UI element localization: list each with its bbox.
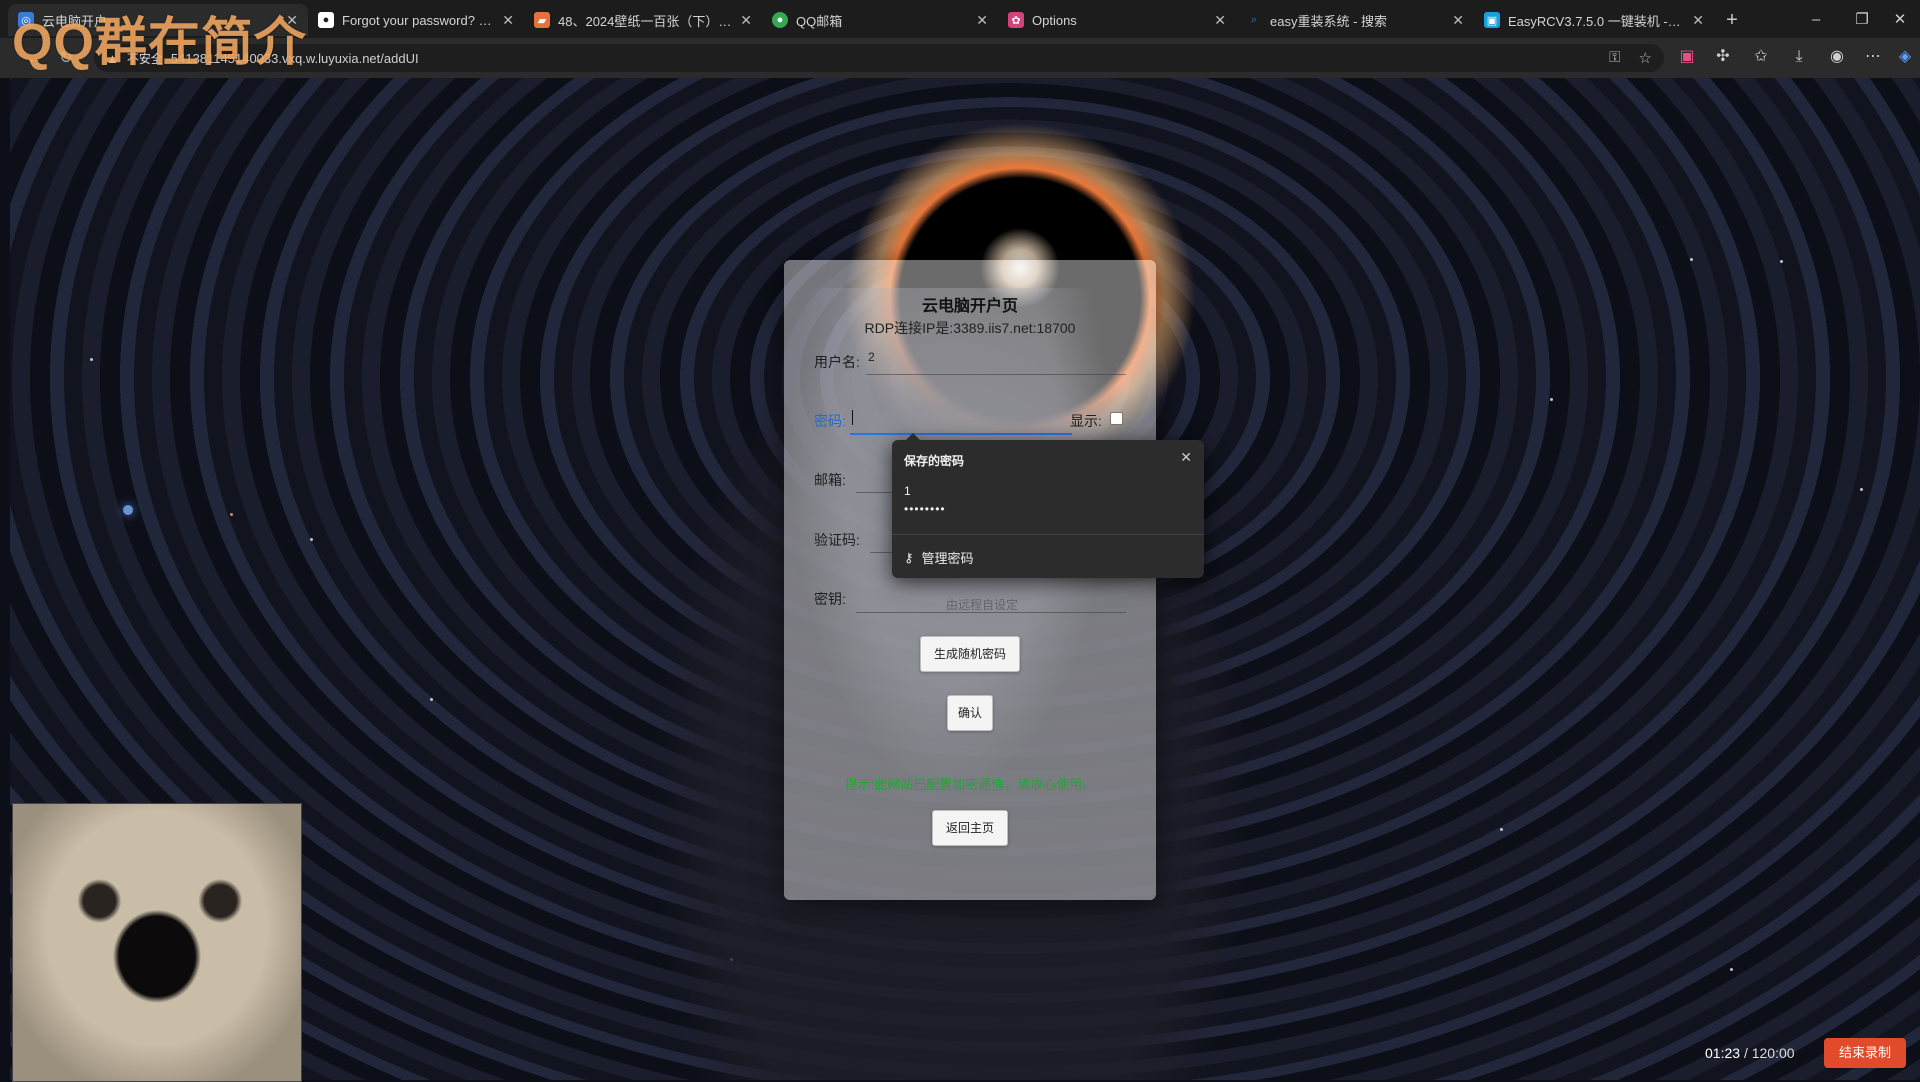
tab-title: Options [1032,12,1077,28]
tab-github[interactable]: ● Forgot your password? · GitHub ✕ [308,4,524,36]
download-icon[interactable]: ⤓ [1786,44,1812,70]
email-label: 邮箱: [814,472,846,488]
minimize-button[interactable]: – [1796,6,1836,34]
key-icon: ⚷ [904,549,914,565]
search-icon: ⌕ [1250,13,1258,26]
tab-easy-search[interactable]: ⌕ easy重装系统 - 搜索 ✕ [1236,4,1474,36]
favorites-icon[interactable]: ✩ [1748,44,1774,70]
close-icon[interactable]: ✕ [1180,449,1192,466]
recording-elapsed: 01:23 [1705,1045,1741,1061]
end-recording-button[interactable]: 结束录制 [1824,1038,1906,1068]
webcam-overlay [12,803,302,1082]
restore-button[interactable]: ❐ [1842,6,1882,34]
star [310,538,313,541]
tab-title: EasyRCV3.7.5.0 一键装机 - FirPE [1508,13,1685,29]
app-icon: ▣ [1484,12,1500,28]
password-label: 密码: [814,413,846,429]
username-value: 2 [868,350,875,364]
generate-password-button[interactable]: 生成随机密码 [920,636,1020,672]
captcha-label: 验证码: [814,532,860,548]
star [90,358,93,361]
key-input[interactable] [856,612,1126,613]
password-input[interactable] [850,433,1072,435]
key-placeholder: 由远程自设定 [946,598,1019,612]
star [230,513,233,516]
show-password-label: 显示: [1070,413,1102,429]
key-label: 密钥: [814,591,846,607]
close-tab-icon[interactable]: ✕ [1214,12,1226,29]
star [1550,398,1553,401]
back-home-button[interactable]: 返回主页 [932,810,1008,846]
profile-avatar-icon[interactable]: ◉ [1824,44,1850,70]
manage-passwords-item[interactable]: ⚷ 管理密码 [904,548,974,567]
close-tab-icon[interactable]: ✕ [976,12,988,29]
rdp-info: RDP连接IP是:3389.iis7.net:18700 [864,320,1076,336]
star [1500,828,1503,831]
username-input[interactable] [866,374,1126,375]
star [1860,488,1863,491]
close-tab-icon[interactable]: ✕ [740,12,752,29]
tab-wallpaper-rar[interactable]: ▰ 48、2024壁纸一百张（下）.rar - ✕ [524,4,762,36]
signup-card: 云电脑开户页 RDP连接IP是:3389.iis7.net:18700 用户名:… [784,260,1156,900]
address-actions: ⚿ ☆ [1609,49,1652,67]
popup-divider [892,534,1204,535]
chrome-icon: ● [772,12,788,28]
saved-password-popup: 保存的密码 ✕ 1 •••••••• ⚷ 管理密码 [892,433,1204,578]
star [1780,260,1783,263]
star-icon[interactable]: ☆ [1639,49,1652,67]
username-label: 用户名: [814,354,860,370]
show-password-checkbox[interactable] [1110,412,1123,425]
address-field[interactable]: ▲ 不安全 541381145140033.vxq.w.luyuxia.net/… [94,44,1664,72]
close-window-button[interactable]: ✕ [1880,6,1920,34]
popup-title: 保存的密码 [904,454,965,468]
text-cursor [852,410,853,425]
recording-timer: 01:23 / 120:00 [1705,1045,1795,1061]
manage-passwords-label: 管理密码 [921,551,974,566]
tab-options[interactable]: ✿ Options ✕ [998,4,1236,36]
star [430,698,433,701]
close-tab-icon[interactable]: ✕ [1452,12,1464,29]
tab-qq-mail[interactable]: ● QQ邮箱 ✕ [762,4,998,36]
tab-title: easy重装系统 - 搜索 [1270,13,1388,29]
copilot-icon[interactable]: ◈ [1892,44,1918,70]
watermark-text: QQ群在简介 [12,14,307,72]
extension-icon: ✿ [1008,12,1024,28]
confirm-button[interactable]: 确认 [947,695,993,731]
page-title: 云电脑开户页 [921,298,1018,315]
key-icon[interactable]: ⚿ [1609,49,1620,67]
star [1690,258,1693,261]
github-icon: ● [318,12,334,28]
tab-easyrc[interactable]: ▣ EasyRCV3.7.5.0 一键装机 - FirPE ✕ [1474,4,1714,36]
recording-total: / 120:00 [1743,1045,1795,1061]
close-tab-icon[interactable]: ✕ [502,12,514,29]
more-menu-icon[interactable]: ⋯ [1860,44,1886,70]
tab-title: Forgot your password? · GitHub [342,12,494,28]
star [1730,968,1733,971]
tab-title: QQ邮箱 [796,13,843,29]
close-tab-icon[interactable]: ✕ [1692,12,1704,29]
star [123,505,133,515]
new-tab-button[interactable]: + [1718,6,1746,34]
security-notice: 提示:此网站已配置加密通信，请放心使用。 [844,777,1096,792]
tab-title: 48、2024壁纸一百张（下）.rar - [558,13,733,29]
file-icon: ▰ [534,12,550,28]
extension-pink-icon[interactable]: ▣ [1674,44,1700,70]
saved-password-mask[interactable]: •••••••• [904,502,946,516]
puzzle-icon[interactable]: ✣ [1710,44,1736,70]
saved-username[interactable]: 1 [904,484,911,498]
